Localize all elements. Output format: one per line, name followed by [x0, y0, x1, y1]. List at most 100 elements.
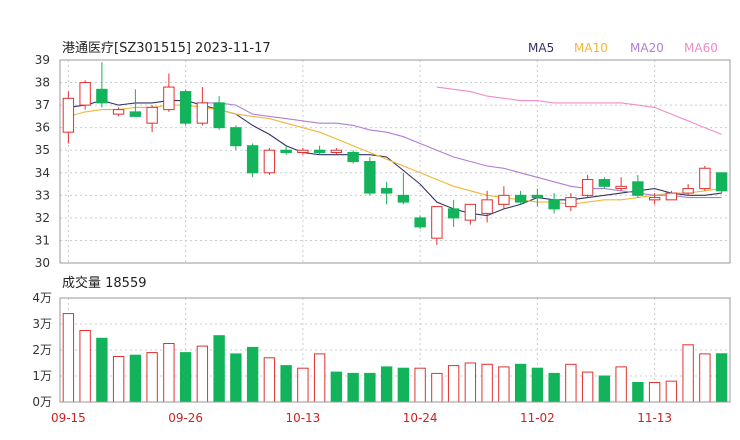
- candle: [179, 89, 192, 126]
- candle: [313, 145, 326, 155]
- candle-body: [615, 185, 627, 190]
- candle: [464, 203, 477, 225]
- date-tick-label: 11-02: [520, 411, 555, 425]
- volume-bar: [581, 371, 594, 403]
- volume-bar: [414, 367, 426, 403]
- price-tick-label: 35: [35, 143, 50, 157]
- volume-bar: [615, 366, 627, 403]
- volume-bar: [397, 367, 410, 403]
- volume-tick-label: 1万: [32, 369, 52, 383]
- volume-bar: [179, 352, 192, 403]
- volume-y-axis: 4万 3万 2万 1万 0万: [32, 291, 52, 409]
- volume-bar: [464, 362, 477, 403]
- chart-title: 港通医疗[SZ301515] 2023-11-17: [62, 41, 271, 56]
- date-tick-label: 10-24: [403, 411, 438, 425]
- candle-body: [397, 194, 410, 203]
- candle-body: [632, 181, 644, 196]
- candle-body: [230, 127, 242, 147]
- volume-bar: [96, 337, 108, 403]
- candle-body: [163, 86, 175, 111]
- price-tick-label: 33: [35, 188, 50, 202]
- candle-body: [548, 199, 560, 210]
- candle-body: [531, 194, 544, 199]
- volume-bar: [565, 363, 577, 403]
- candle-body: [263, 149, 276, 174]
- candle-body: [330, 149, 343, 153]
- candle: [163, 73, 175, 112]
- volume-bar: [715, 353, 728, 403]
- volume-bar: [129, 354, 142, 403]
- candle-body: [581, 179, 594, 196]
- candle-body: [447, 208, 460, 219]
- volume-tick-label: 2万: [32, 343, 52, 357]
- price-panel-frame: [59, 59, 731, 264]
- candle: [531, 188, 544, 207]
- candle-body: [380, 188, 393, 194]
- candle: [514, 190, 527, 205]
- volume-bar: [447, 365, 460, 403]
- candle-body: [347, 151, 359, 163]
- series-ma10-line: [68, 104, 722, 205]
- legend-ma10: MA10: [574, 41, 608, 55]
- volume-bar: [514, 363, 527, 403]
- volume-bar: [380, 366, 393, 403]
- candle: [548, 193, 560, 214]
- candle: [196, 87, 209, 126]
- candle-body: [464, 203, 477, 221]
- volume-bar: [213, 335, 225, 403]
- date-tick-label: 09-15: [51, 411, 86, 425]
- volume-bars: [62, 313, 728, 403]
- candle-body: [364, 161, 376, 194]
- volume-bar: [548, 372, 560, 403]
- volume-bar: [62, 313, 75, 403]
- candle-body: [297, 149, 309, 153]
- series-ma60-line: [436, 86, 722, 135]
- volume-bar: [230, 353, 242, 403]
- candle: [347, 150, 359, 164]
- price-grid: [60, 59, 730, 264]
- candle: [380, 181, 393, 205]
- candle: [62, 91, 75, 144]
- candle: [230, 125, 242, 151]
- date-tick-label: 11-13: [637, 411, 672, 425]
- candle-body: [246, 145, 259, 174]
- candle-body: [313, 149, 326, 153]
- candle-body: [665, 192, 678, 201]
- volume-bar: [280, 365, 292, 403]
- volume-bar: [665, 380, 678, 403]
- volume-bar: [297, 367, 309, 403]
- candle: [632, 175, 644, 198]
- candle: [615, 177, 627, 191]
- candle-body: [280, 149, 292, 153]
- candle-body: [498, 194, 510, 205]
- price-tick-label: 37: [35, 98, 50, 112]
- volume-bar: [632, 382, 644, 403]
- candle-body: [112, 109, 125, 115]
- candle-body: [699, 167, 711, 190]
- candle: [96, 62, 108, 108]
- candle: [263, 147, 276, 176]
- price-tick-label: 34: [35, 166, 50, 180]
- candle: [715, 172, 728, 194]
- candle: [364, 156, 376, 196]
- volume-tick-label: 4万: [32, 291, 52, 305]
- volume-bar: [146, 352, 158, 403]
- candle-body: [481, 199, 493, 214]
- candle: [297, 147, 309, 155]
- volume-bar: [79, 330, 91, 403]
- volume-bar: [330, 371, 343, 403]
- volume-bar: [263, 357, 276, 403]
- candle-body: [414, 217, 426, 228]
- price-tick-label: 32: [35, 211, 50, 225]
- candle-body: [62, 97, 75, 133]
- volume-bar: [347, 372, 359, 403]
- price-tick-label: 38: [35, 76, 50, 90]
- candle: [581, 175, 594, 198]
- date-tick-label: 09-26: [168, 411, 203, 425]
- candle-body: [598, 179, 611, 187]
- candle: [414, 215, 426, 230]
- volume-bar: [481, 363, 493, 403]
- candle-body: [213, 102, 225, 129]
- volume-bar: [431, 372, 443, 403]
- volume-tick-label: 0万: [32, 395, 52, 409]
